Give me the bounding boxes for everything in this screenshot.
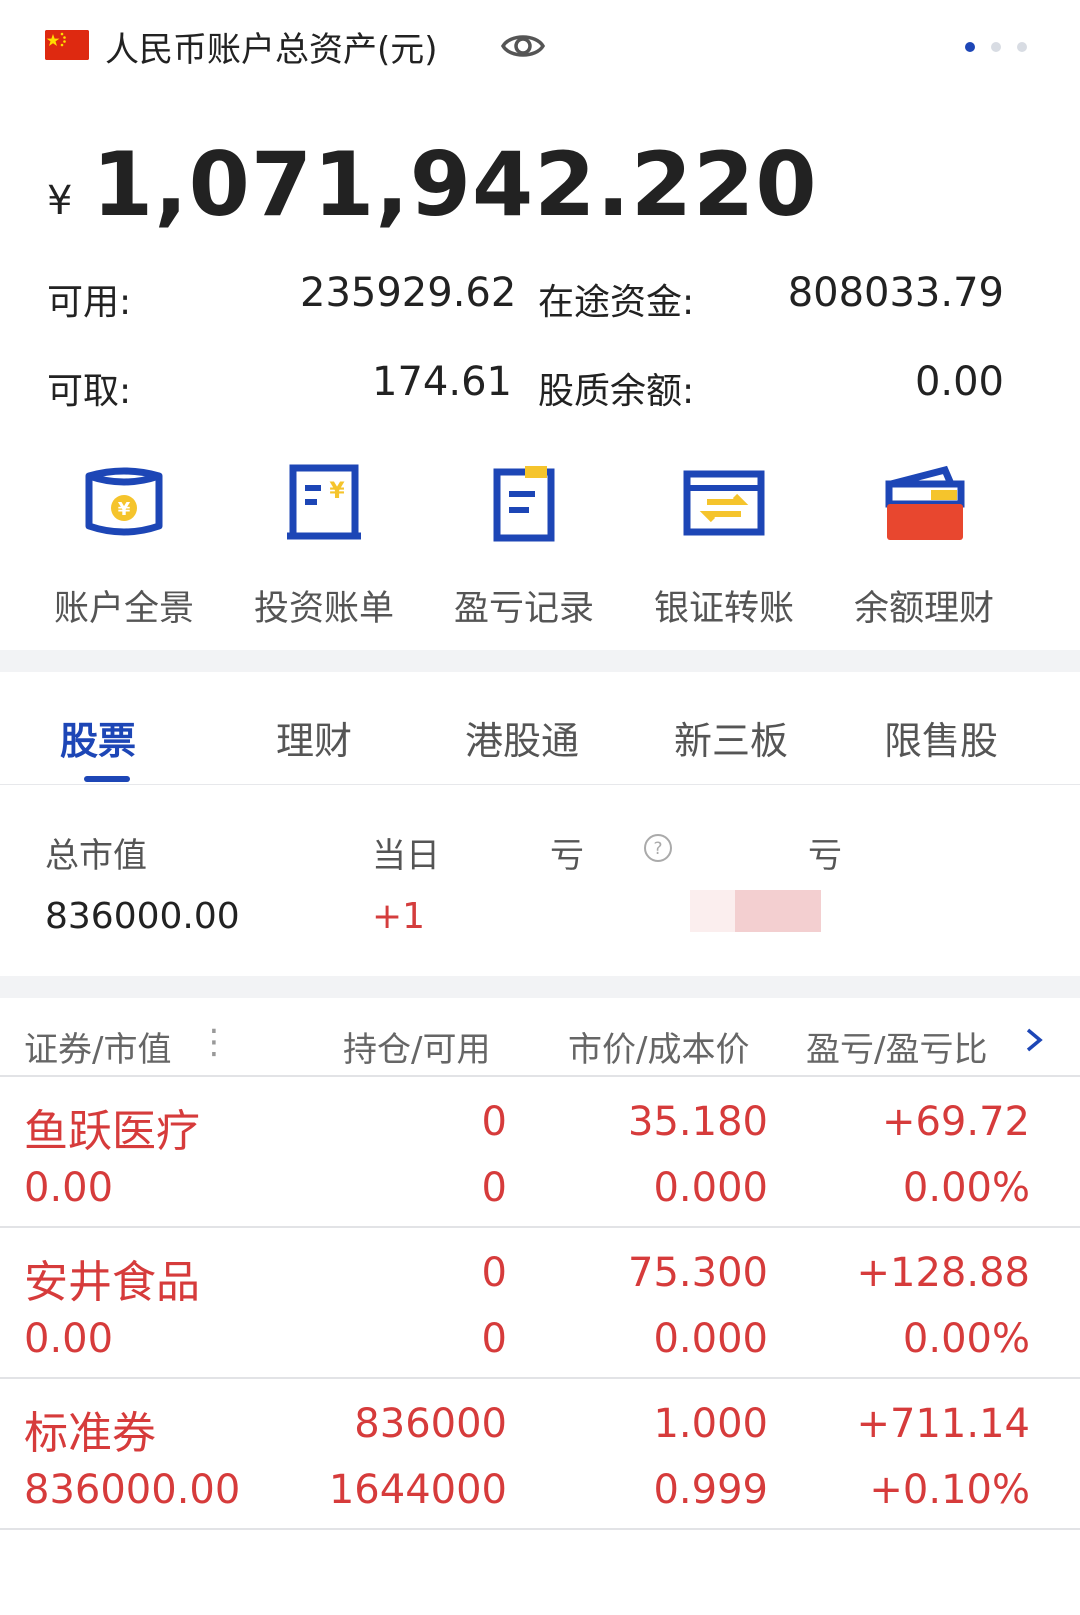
- investment-bill-button[interactable]: ¥ 投资账单: [234, 462, 414, 642]
- position-qty: 0: [481, 1250, 507, 1296]
- tab-hk-connect[interactable]: 港股通: [465, 710, 579, 765]
- svg-text:¥: ¥: [118, 499, 131, 520]
- bank-transfer-icon: [679, 462, 769, 552]
- profit-loss-record-button[interactable]: 盈亏记录: [434, 462, 614, 642]
- column-header-position[interactable]: 持仓/可用: [343, 1022, 490, 1071]
- withdrawable-value: 174.61: [372, 359, 512, 405]
- security-name: 安井食品: [24, 1257, 200, 1308]
- withdrawable-label: 可取:: [47, 371, 132, 412]
- column-header-security[interactable]: 证券/市值: [24, 1022, 171, 1071]
- available-qty: 0: [481, 1316, 507, 1362]
- cost-price: 0.000: [653, 1165, 768, 1211]
- available-value: 235929.62: [300, 270, 517, 316]
- balance-wealth-label: 余额理财: [853, 589, 994, 629]
- account-total-title: 人民币账户总资产(元): [105, 30, 438, 70]
- profit-loss: +128.88: [856, 1250, 1030, 1296]
- security-market-value: 0.00: [24, 1165, 114, 1211]
- tab-wealth[interactable]: 理财: [276, 710, 352, 765]
- profit-loss-record-icon: [479, 462, 569, 552]
- investment-bill-icon: ¥: [279, 462, 369, 552]
- page-indicator: [965, 42, 1035, 54]
- header-bar: 人民币账户总资产(元): [0, 0, 1080, 95]
- tab-restricted-shares[interactable]: 限售股: [884, 710, 998, 765]
- market-price: 75.300: [628, 1250, 768, 1296]
- obscured-area: [690, 820, 808, 870]
- available-qty: 1644000: [328, 1467, 507, 1513]
- account-overview-icon: ¥: [79, 462, 169, 552]
- tab-stocks[interactable]: 股票: [60, 710, 136, 765]
- security-market-value: 0.00: [24, 1316, 114, 1362]
- svg-text:¥: ¥: [329, 479, 345, 504]
- daily-pl-label-left: 当日: [372, 836, 440, 876]
- security-name: 标准券: [24, 1408, 156, 1459]
- cost-price: 0.999: [653, 1467, 768, 1513]
- bank-transfer-button[interactable]: 银证转账: [634, 462, 814, 642]
- profit-loss-ratio: 0.00%: [902, 1316, 1030, 1362]
- in-transit-value: 808033.79: [787, 270, 1004, 316]
- available-qty: 0: [481, 1165, 507, 1211]
- security-market-value: 836000.00: [24, 1467, 241, 1513]
- wallet-hot-icon: [879, 462, 969, 552]
- cost-price: 0.000: [653, 1316, 768, 1362]
- market-value: 836000.00: [45, 896, 240, 937]
- tab-neeq[interactable]: 新三板: [674, 710, 788, 765]
- more-options-icon[interactable]: ⋮: [197, 1022, 231, 1062]
- obscured-red-patch: [690, 890, 735, 932]
- investment-bill-label: 投资账单: [253, 589, 394, 629]
- account-overview-button[interactable]: ¥ 账户全景: [34, 462, 214, 642]
- security-name: 鱼跃医疗: [24, 1106, 200, 1157]
- active-tab-indicator: [84, 776, 130, 782]
- profit-loss-record-label: 盈亏记录: [453, 589, 594, 629]
- account-overview-label: 账户全景: [53, 589, 194, 629]
- pledge-balance-label: 股质余额:: [538, 371, 695, 412]
- eye-icon[interactable]: [500, 26, 546, 66]
- daily-pl-value: +1: [372, 896, 426, 937]
- table-row[interactable]: 标准券 836000.00 836000 1644000 1.000 0.999…: [0, 1379, 1080, 1528]
- obscured-red-patch: [735, 890, 821, 932]
- row-divider: [0, 1528, 1080, 1530]
- page-dot: [1017, 42, 1027, 52]
- pledge-balance-value: 0.00: [914, 359, 1004, 405]
- tab-divider: [0, 784, 1080, 785]
- balance-wealth-button[interactable]: 热门 余额理财: [834, 462, 1014, 997]
- page-dot-active: [965, 42, 975, 52]
- china-flag-icon: [45, 30, 89, 60]
- total-assets-amount: 1,071,942.220: [92, 133, 818, 236]
- section-divider: [0, 650, 1080, 672]
- profit-loss-ratio: 0.00%: [902, 1165, 1030, 1211]
- float-pl-label: 亏: [808, 836, 842, 876]
- in-transit-label: 在途资金:: [538, 282, 695, 323]
- obscured-area: [452, 820, 542, 870]
- help-icon[interactable]: ?: [643, 833, 673, 863]
- position-qty: 0: [481, 1099, 507, 1145]
- currency-symbol: ¥: [47, 178, 73, 224]
- bank-transfer-label: 银证转账: [653, 589, 794, 629]
- market-price: 35.180: [628, 1099, 768, 1145]
- table-row[interactable]: 鱼跃医疗 0.00 0 0 35.180 0.000 +69.72 0.00%: [0, 1077, 1080, 1226]
- position-qty: 836000: [354, 1401, 507, 1447]
- profit-loss: +711.14: [856, 1401, 1030, 1447]
- column-header-price[interactable]: 市价/成本价: [568, 1022, 749, 1071]
- profit-loss: +69.72: [881, 1099, 1030, 1145]
- table-row[interactable]: 安井食品 0.00 0 0 75.300 0.000 +128.88 0.00%: [0, 1228, 1080, 1377]
- svg-text:?: ?: [653, 839, 662, 859]
- column-header-pl[interactable]: 盈亏/盈亏比: [806, 1022, 987, 1071]
- chevron-right-icon[interactable]: [1020, 1020, 1050, 1060]
- profit-loss-ratio: +0.10%: [869, 1467, 1030, 1513]
- market-price: 1.000: [653, 1401, 768, 1447]
- available-label: 可用:: [47, 282, 132, 323]
- page-dot: [991, 42, 1001, 52]
- daily-pl-label-right: 亏: [550, 836, 584, 876]
- section-divider: [0, 976, 1080, 998]
- market-value-label: 总市值: [45, 836, 147, 876]
